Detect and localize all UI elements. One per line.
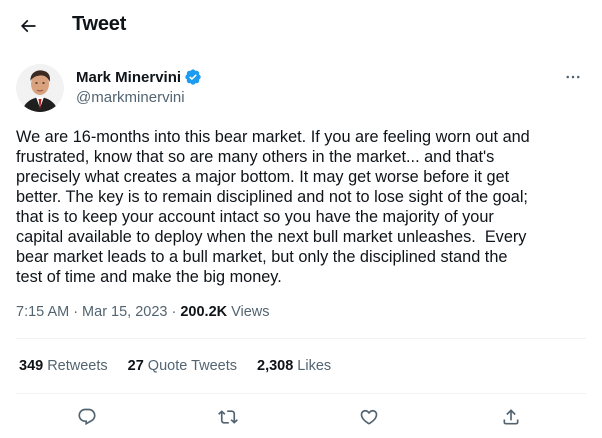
tweet-time[interactable]: 7:15 AM bbox=[16, 304, 69, 320]
divider bbox=[16, 393, 586, 394]
quote-tweets-count: 27 bbox=[127, 358, 144, 374]
tweet-date[interactable]: Mar 15, 2023 bbox=[82, 304, 167, 320]
arrow-left-icon bbox=[20, 19, 36, 33]
more-horizontal-icon bbox=[566, 75, 580, 79]
retweet-icon bbox=[218, 410, 238, 424]
views-count: 200.2K bbox=[180, 304, 228, 320]
like-icon bbox=[360, 409, 378, 425]
engagement-stats: 349 Retweets 27 Quote Tweets 2,308 Likes bbox=[19, 358, 351, 374]
retweet-button[interactable] bbox=[215, 404, 241, 430]
meta-separator: · bbox=[171, 304, 177, 320]
retweets-stat[interactable]: 349 Retweets bbox=[19, 358, 108, 374]
quote-tweets-label: Quote Tweets bbox=[147, 358, 237, 374]
likes-label: Likes bbox=[297, 358, 332, 374]
verified-badge-icon bbox=[185, 69, 201, 85]
author-handle[interactable]: @markminervini bbox=[76, 89, 185, 106]
share-icon bbox=[503, 409, 519, 425]
tweet-text: We are 16-months into this bear market. … bbox=[16, 128, 530, 286]
avatar[interactable] bbox=[16, 64, 64, 112]
likes-count: 2,308 bbox=[257, 358, 294, 374]
reply-button[interactable] bbox=[74, 404, 100, 430]
profile-photo bbox=[16, 64, 64, 112]
likes-stat[interactable]: 2,308 Likes bbox=[257, 358, 331, 374]
tweet-header: Tweet bbox=[0, 0, 602, 53]
views-label: Views bbox=[231, 304, 270, 320]
reply-icon bbox=[78, 408, 96, 426]
divider bbox=[16, 338, 586, 339]
author-name-row: Mark Minervini bbox=[76, 68, 202, 86]
back-button[interactable] bbox=[12, 10, 44, 42]
more-options-button[interactable] bbox=[560, 64, 586, 90]
meta-separator: · bbox=[73, 304, 79, 320]
tweet-meta: 7:15 AM · Mar 15, 2023 · 200.2K Views bbox=[16, 304, 270, 320]
share-button[interactable] bbox=[498, 404, 524, 430]
retweets-label: Retweets bbox=[47, 358, 108, 374]
like-button[interactable] bbox=[356, 404, 382, 430]
page-title: Tweet bbox=[72, 13, 127, 35]
retweets-count: 349 bbox=[19, 358, 44, 374]
author-display-name[interactable]: Mark Minervini bbox=[76, 69, 181, 86]
tweet-actions bbox=[0, 400, 602, 434]
quote-tweets-stat[interactable]: 27 Quote Tweets bbox=[128, 358, 237, 374]
